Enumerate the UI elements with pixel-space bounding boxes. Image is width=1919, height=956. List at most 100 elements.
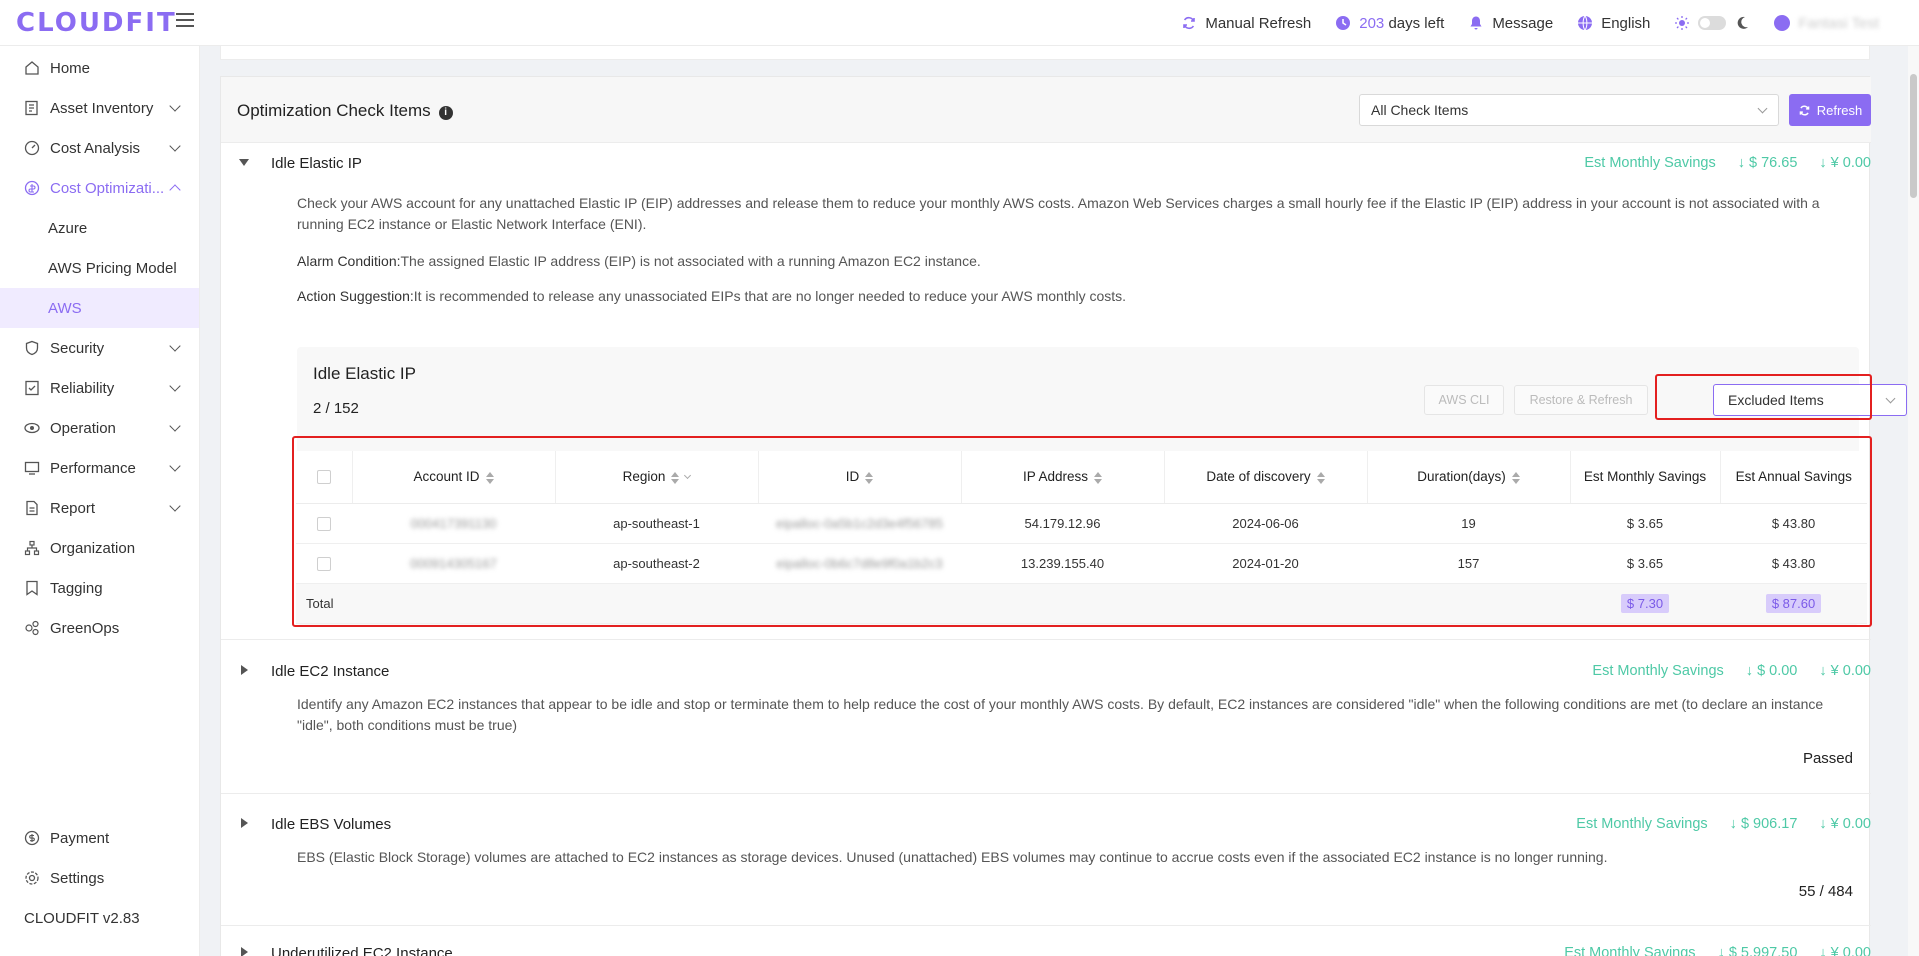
refresh-icon xyxy=(1183,16,1196,30)
page-title: Optimization Check Items i xyxy=(237,101,453,121)
logo[interactable]: CLOUDFIT xyxy=(16,8,177,38)
section-savings: Est Monthly Savings ↓ $ 76.65 ↓ ¥ 0.00 xyxy=(1584,155,1871,171)
savings-cny: ↓ ¥ 0.00 xyxy=(1819,663,1871,679)
card-header: Optimization Check Items i All Check Item… xyxy=(221,77,1871,143)
sidebar-sub-aws[interactable]: AWS xyxy=(0,288,199,328)
row-checkbox[interactable] xyxy=(317,556,331,571)
sort-icon[interactable] xyxy=(1316,471,1325,484)
sidebar-item-label: GreenOps xyxy=(50,619,120,637)
sidebar-bottom: Payment Settings CLOUDFIT v2.83 xyxy=(0,818,200,938)
row-checkbox[interactable] xyxy=(317,516,331,531)
section-underutilized-ec2[interactable]: Underutilized EC2 Instance Est Monthly S… xyxy=(221,935,1871,956)
action-suggestion: Action Suggestion:It is recommended to r… xyxy=(297,288,1127,304)
section-idle-elastic-ip[interactable]: Idle Elastic IP Est Monthly Savings ↓ $ … xyxy=(221,145,1871,185)
user-menu[interactable]: Fantasi Test xyxy=(1774,15,1879,32)
chevron-down-icon xyxy=(169,140,181,152)
language-selector[interactable]: English xyxy=(1577,15,1650,32)
sidebar-item-label: Tagging xyxy=(50,579,103,597)
sidebar-item-settings[interactable]: Settings xyxy=(0,858,200,898)
theme-switch[interactable] xyxy=(1698,16,1727,30)
sidebar-item-label: Reliability xyxy=(50,379,115,397)
sidebar-item-label: Cost Analysis xyxy=(50,139,141,157)
tag-icon xyxy=(26,580,38,596)
col-ip-address[interactable]: IP Address xyxy=(961,451,1165,504)
scrollbar-thumb[interactable] xyxy=(1910,74,1917,198)
theme-toggle[interactable] xyxy=(1674,15,1750,31)
user-name: Fantasi Test xyxy=(1798,14,1879,32)
sort-icon[interactable] xyxy=(485,471,494,484)
section-status: Passed xyxy=(1802,750,1853,767)
home-icon xyxy=(25,61,39,75)
gear-icon xyxy=(25,871,39,885)
check-items-select[interactable]: All Check Items xyxy=(1359,94,1779,126)
sidebar-item-performance[interactable]: Performance xyxy=(0,448,199,488)
sidebar-item-operation[interactable]: Operation xyxy=(0,408,199,448)
refresh-label: Refresh xyxy=(1816,102,1863,118)
sidebar-item-label: Organization xyxy=(50,539,136,557)
alarm-condition: Alarm Condition:The assigned Elastic IP … xyxy=(297,253,981,269)
col-id[interactable]: ID xyxy=(758,451,962,504)
caret-right-icon[interactable] xyxy=(241,818,248,828)
section-idle-ec2-instance[interactable]: Idle EC2 Instance Est Monthly Savings ↓ … xyxy=(221,653,1871,693)
filter-icon[interactable] xyxy=(684,472,692,480)
sidebar-item-organization[interactable]: Organization xyxy=(0,528,199,568)
sidebar-item-cost-optimization[interactable]: Cost Optimizati... xyxy=(0,168,199,208)
cell-annual: $ 43.80 xyxy=(1720,503,1867,544)
col-region[interactable]: Region xyxy=(555,451,759,504)
optimization-icon xyxy=(24,180,40,196)
savings-usd: ↓ $ 5,997.50 xyxy=(1717,945,1798,956)
analysis-icon xyxy=(24,140,40,156)
cell-duration: 157 xyxy=(1367,543,1570,584)
message-button[interactable]: Message xyxy=(1468,15,1553,32)
caret-right-icon[interactable] xyxy=(241,665,248,675)
sidebar-item-report[interactable]: Report xyxy=(0,488,199,528)
sidebar-sub-azure[interactable]: Azure xyxy=(0,208,199,248)
savings-usd: ↓ $ 0.00 xyxy=(1745,663,1798,679)
manual-refresh-button[interactable]: Manual Refresh xyxy=(1181,15,1311,32)
sidebar-item-asset-inventory[interactable]: Asset Inventory xyxy=(0,88,199,128)
savings-label: Est Monthly Savings xyxy=(1576,816,1708,832)
total-label: Total xyxy=(296,583,555,624)
table-header-row: Account ID Region ID IP Address Date of … xyxy=(296,451,1867,504)
col-duration[interactable]: Duration(days) xyxy=(1367,451,1571,504)
sort-icon[interactable] xyxy=(1094,471,1103,484)
sort-icon[interactable] xyxy=(865,471,874,484)
caret-down-icon[interactable] xyxy=(239,159,249,166)
aws-cli-button[interactable]: AWS CLI xyxy=(1424,385,1504,415)
chevron-down-icon xyxy=(169,420,181,432)
section-idle-ebs-volumes[interactable]: Idle EBS Volumes Est Monthly Savings ↓ $… xyxy=(221,806,1871,846)
sidebar-item-home[interactable]: Home xyxy=(0,48,199,88)
savings-label: Est Monthly Savings xyxy=(1592,663,1724,679)
refresh-icon xyxy=(1799,104,1810,116)
sidebar-item-cost-analysis[interactable]: Cost Analysis xyxy=(0,128,199,168)
total-monthly-cell: $ 7.30 xyxy=(1570,583,1720,624)
info-icon[interactable]: i xyxy=(438,106,453,120)
savings-usd: ↓ $ 76.65 xyxy=(1737,155,1798,171)
section-status: 55 / 484 xyxy=(1798,883,1853,900)
caret-right-icon[interactable] xyxy=(241,947,248,956)
sidebar-item-label: Home xyxy=(50,59,91,77)
section-title: Idle Elastic IP xyxy=(271,155,362,172)
sort-icon[interactable] xyxy=(1511,471,1520,484)
sidebar-item-security[interactable]: Security xyxy=(0,328,199,368)
header-actions: Manual Refresh 203 days left Message Eng… xyxy=(1181,0,1879,46)
vertical-scrollbar[interactable] xyxy=(1908,46,1919,956)
days-count: 203 xyxy=(1359,14,1385,32)
sidebar-sub-aws-pricing-model[interactable]: AWS Pricing Model xyxy=(0,248,199,288)
savings-usd: ↓ $ 906.17 xyxy=(1729,816,1798,832)
sidebar-item-greenops[interactable]: GreenOps xyxy=(0,608,199,648)
col-account-id[interactable]: Account ID xyxy=(352,451,556,504)
cell-date: 2024-01-20 xyxy=(1164,543,1367,584)
col-date-of-discovery[interactable]: Date of discovery xyxy=(1164,451,1368,504)
sidebar-item-payment[interactable]: Payment xyxy=(0,818,200,858)
sidebar-item-reliability[interactable]: Reliability xyxy=(0,368,199,408)
restore-refresh-button[interactable]: Restore & Refresh xyxy=(1514,385,1648,415)
sidebar-item-tagging[interactable]: Tagging xyxy=(0,568,199,608)
section-title: Idle EC2 Instance xyxy=(271,663,390,680)
message-label: Message xyxy=(1492,14,1554,32)
refresh-button[interactable]: Refresh xyxy=(1789,94,1871,126)
menu-toggle-icon[interactable] xyxy=(176,13,194,29)
cell-ip-address: 54.179.12.96 xyxy=(961,503,1164,544)
sort-icon[interactable] xyxy=(671,471,680,484)
select-all-checkbox[interactable] xyxy=(316,470,331,485)
